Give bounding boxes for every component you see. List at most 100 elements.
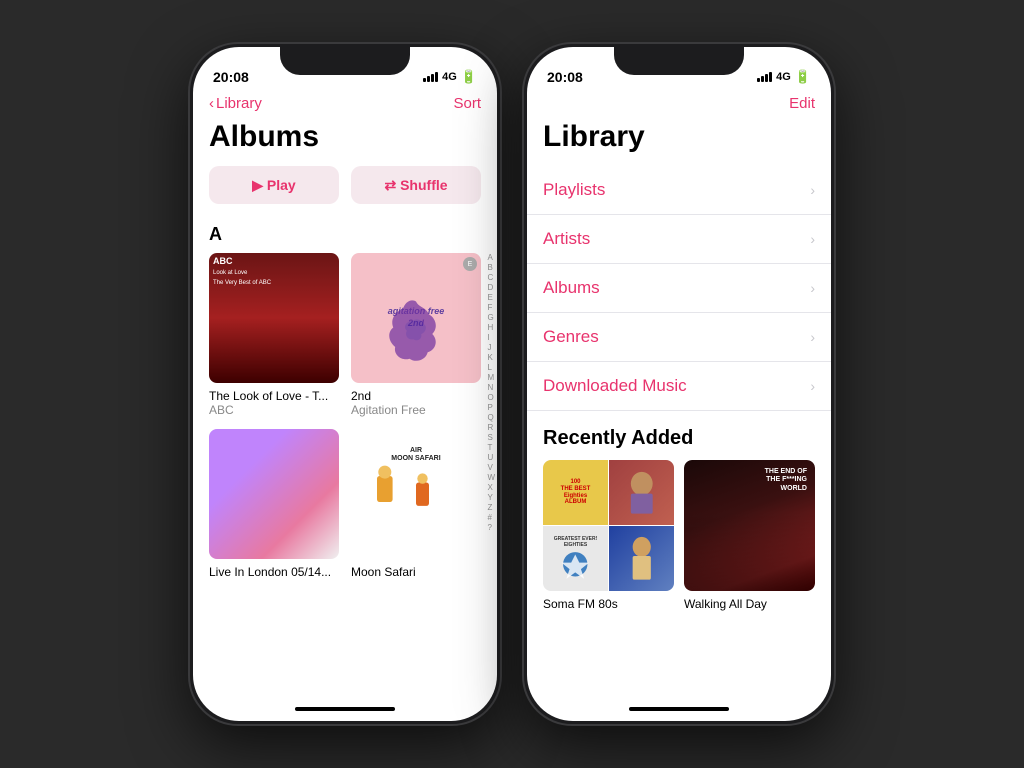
alpha-s[interactable]: S: [487, 433, 495, 442]
recent-art-walking: THE END OFTHE F***INGWORLD: [684, 460, 815, 591]
alpha-p[interactable]: P: [487, 403, 495, 412]
library-item-label: Playlists: [543, 180, 605, 200]
album-title: Live In London 05/14...: [209, 565, 339, 579]
alpha-b[interactable]: B: [487, 263, 495, 272]
alpha-y[interactable]: Y: [487, 493, 495, 502]
alpha-question[interactable]: ?: [487, 523, 495, 532]
alpha-c[interactable]: C: [487, 273, 495, 282]
phone-right: 20:08 4G 🔋 Edit Library Playlis: [524, 44, 834, 724]
phone-left: 20:08 4G 🔋 ‹ Library Sort Alb: [190, 44, 500, 724]
battery-icon-left: 🔋: [461, 69, 477, 85]
signal-icon-left: [423, 72, 438, 82]
alpha-v[interactable]: V: [487, 463, 495, 472]
alpha-t[interactable]: T: [487, 443, 495, 452]
page-title-left: Albums: [193, 120, 497, 166]
alpha-r[interactable]: R: [487, 423, 495, 432]
alpha-e[interactable]: E: [487, 293, 495, 302]
notch-left: [280, 47, 410, 75]
album-item[interactable]: E agitation free2nd 2nd Agitation Free: [351, 253, 481, 417]
alpha-j[interactable]: J: [487, 343, 495, 352]
album-item[interactable]: Live In London 05/14...: [209, 429, 339, 579]
battery-icon-right: 🔋: [795, 69, 811, 85]
moon-art-text: AIRMOON SAFARI: [391, 447, 440, 464]
album-art-abc: ABCLook at LoveThe Very Best of ABC: [209, 253, 339, 383]
library-item-playlists[interactable]: Playlists ›: [527, 166, 831, 215]
library-item-downloaded[interactable]: Downloaded Music ›: [527, 362, 831, 411]
library-item-albums[interactable]: Albums ›: [527, 264, 831, 313]
notch-right: [614, 47, 744, 75]
library-item-label: Artists: [543, 229, 590, 249]
album-title: The Look of Love - T...: [209, 389, 339, 403]
library-item-artists[interactable]: Artists ›: [527, 215, 831, 264]
art-part-tr: [609, 460, 674, 525]
alpha-n[interactable]: N: [487, 383, 495, 392]
alpha-index[interactable]: A B C D E F G H I J K L M N O P Q: [487, 253, 495, 532]
chevron-left-icon: ‹: [209, 95, 214, 112]
home-bar-right: [629, 707, 729, 711]
alpha-u[interactable]: U: [487, 453, 495, 462]
recently-added-grid: 100THE BESTEightiesALBUM: [527, 460, 831, 611]
status-time-left: 20:08: [213, 69, 249, 85]
alpha-d[interactable]: D: [487, 283, 495, 292]
network-right: 4G: [776, 71, 791, 83]
alpha-w[interactable]: W: [487, 473, 495, 482]
sort-button[interactable]: Sort: [453, 95, 481, 112]
recent-title: Walking All Day: [684, 597, 815, 611]
album-artist: ABC: [209, 403, 339, 417]
status-time-right: 20:08: [547, 69, 583, 85]
album-item[interactable]: ABCLook at LoveThe Very Best of ABC The …: [209, 253, 339, 417]
explicit-badge: E: [463, 257, 477, 271]
albums-grid: ABCLook at LoveThe Very Best of ABC The …: [193, 253, 497, 579]
alpha-z[interactable]: Z: [487, 503, 495, 512]
alpha-x[interactable]: X: [487, 483, 495, 492]
section-letter-a: A: [193, 220, 497, 253]
alpha-q[interactable]: Q: [487, 413, 495, 422]
art-part-tl: 100THE BESTEightiesALBUM: [543, 460, 608, 525]
recent-title: Soma FM 80s: [543, 597, 674, 611]
recent-item-walking[interactable]: THE END OFTHE F***INGWORLD Walking All D…: [684, 460, 815, 611]
alpha-i[interactable]: I: [487, 333, 495, 342]
album-title: 2nd: [351, 389, 481, 403]
library-item-genres[interactable]: Genres ›: [527, 313, 831, 362]
album-title: Moon Safari: [351, 565, 481, 579]
alpha-g[interactable]: G: [487, 313, 495, 322]
home-bar-left: [295, 707, 395, 711]
play-shuffle-row: ▶ Play ⇄ Shuffle: [193, 166, 497, 220]
alpha-h[interactable]: H: [487, 323, 495, 332]
home-indicator-right: [527, 697, 831, 721]
shuffle-button[interactable]: ⇄ Shuffle: [351, 166, 481, 204]
alpha-a[interactable]: A: [487, 253, 495, 262]
library-item-label: Albums: [543, 278, 600, 298]
alpha-l[interactable]: L: [487, 363, 495, 372]
chevron-right-icon: ›: [810, 182, 815, 198]
chevron-right-icon: ›: [810, 231, 815, 247]
signal-icon-right: [757, 72, 772, 82]
nav-bar-right: Edit: [527, 91, 831, 120]
network-left: 4G: [442, 71, 457, 83]
play-button[interactable]: ▶ Play: [209, 166, 339, 204]
chevron-right-icon: ›: [810, 378, 815, 394]
home-indicator-left: [193, 697, 497, 721]
album-item[interactable]: AIRMOON SAFARI Moon Safari: [351, 429, 481, 579]
back-button[interactable]: ‹ Library: [209, 95, 262, 112]
abc-art-text: ABCLook at LoveThe Very Best of ABC: [213, 257, 271, 287]
recent-item-eighties[interactable]: 100THE BESTEightiesALBUM: [543, 460, 674, 611]
recently-added-title: Recently Added: [527, 411, 831, 460]
library-list: Playlists › Artists › Albums › Genres › …: [527, 166, 831, 697]
page-title-right: Library: [527, 120, 831, 166]
album-art-moon: AIRMOON SAFARI: [351, 429, 481, 559]
alpha-o[interactable]: O: [487, 393, 495, 402]
alpha-m[interactable]: M: [487, 373, 495, 382]
chevron-right-icon: ›: [810, 329, 815, 345]
edit-button[interactable]: Edit: [789, 95, 815, 112]
alpha-k[interactable]: K: [487, 353, 495, 362]
agitation-blot: [377, 295, 455, 373]
alpha-f[interactable]: F: [487, 303, 495, 312]
alpha-hash[interactable]: #: [487, 513, 495, 522]
nav-bar-left: ‹ Library Sort: [193, 91, 497, 120]
chevron-right-icon: ›: [810, 280, 815, 296]
library-item-label: Downloaded Music: [543, 376, 687, 396]
back-label: Library: [216, 95, 262, 112]
art-part-br: [609, 526, 674, 591]
status-icons-left: 4G 🔋: [423, 69, 477, 85]
